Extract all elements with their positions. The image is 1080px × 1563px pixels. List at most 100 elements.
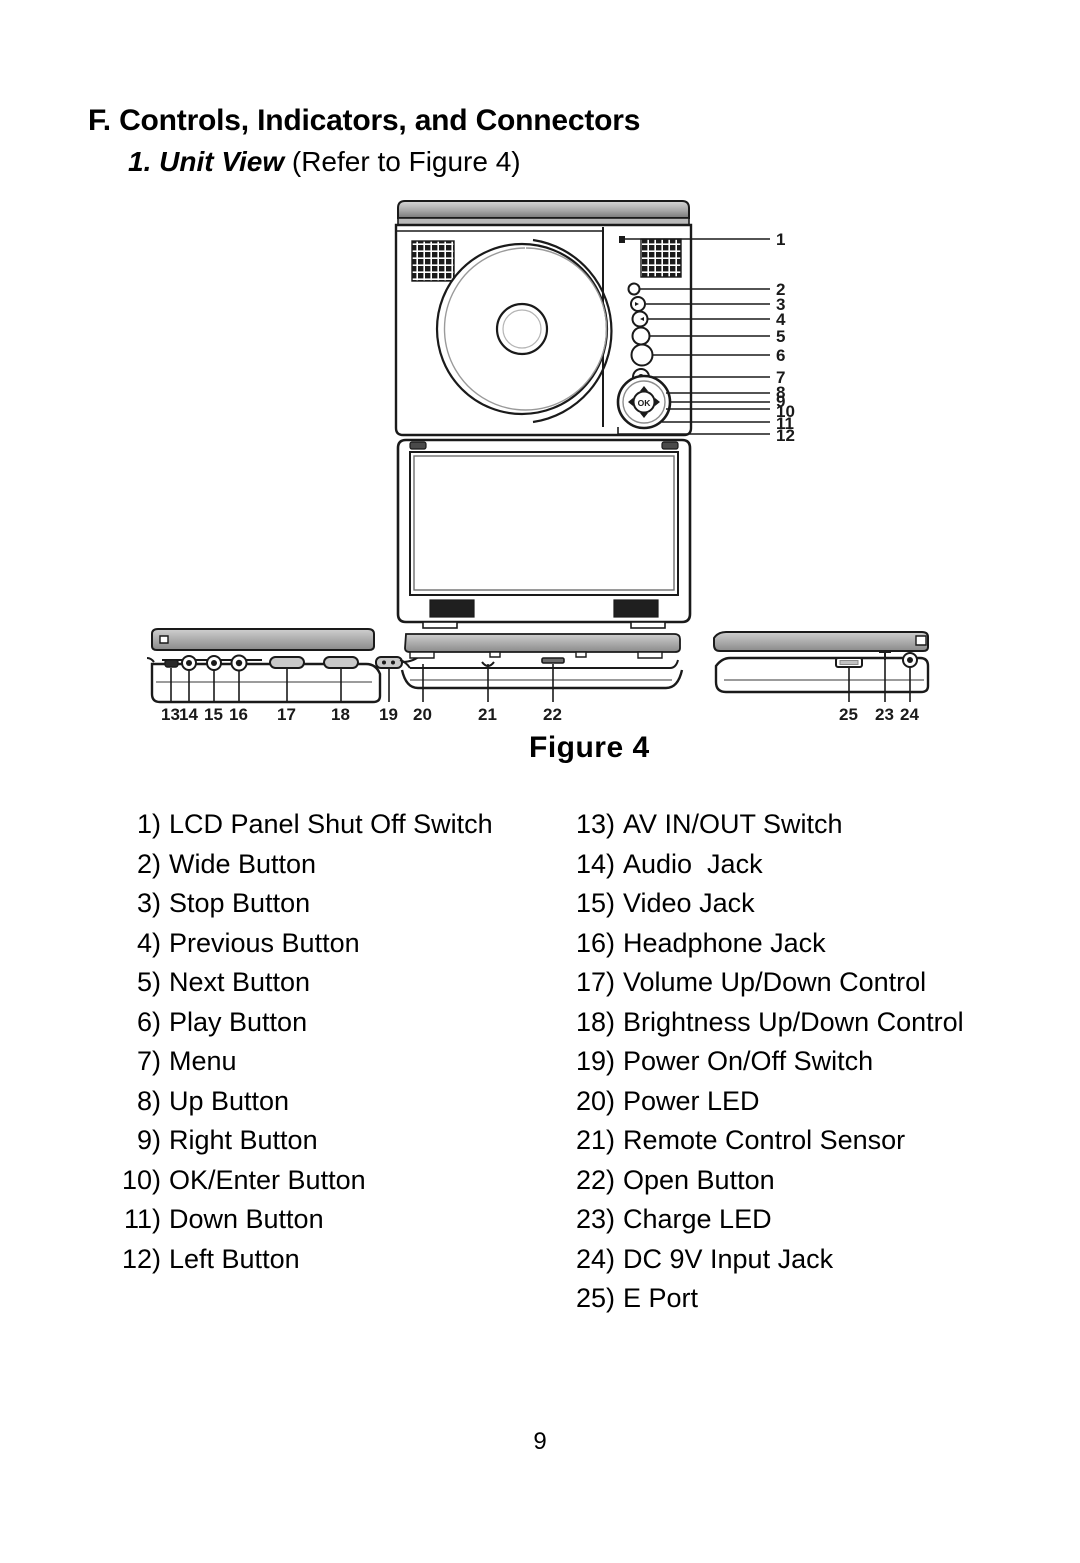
list-item: 21) Remote Control Sensor: [568, 1121, 1038, 1161]
control-item-label: Down Button: [169, 1204, 324, 1234]
control-item-label: Volume Up/Down Control: [623, 967, 927, 997]
list-item: 2) Wide Button: [118, 845, 548, 885]
control-item-label: E Port: [623, 1283, 699, 1313]
control-item-label: Brightness Up/Down Control: [623, 1006, 964, 1037]
control-item-number: 18): [575, 1006, 615, 1037]
control-item-number: 12): [121, 1243, 161, 1274]
control-item-number: 10): [121, 1164, 161, 1195]
callout-22: 22: [543, 705, 562, 724]
list-item: 15) Video Jack: [568, 884, 1038, 924]
callout-23: 23: [875, 705, 894, 724]
control-item-number: 20): [575, 1085, 615, 1116]
controls-list-left: 1) LCD Panel Shut Off Switch 2) Wide Button…: [118, 805, 548, 1279]
control-item-number: 23): [575, 1204, 615, 1234]
control-item-label: LCD Panel Shut Off Switch: [169, 809, 493, 839]
control-item-label: Stop Button: [169, 888, 311, 918]
callout-6: 6: [776, 346, 785, 365]
control-item-label: Wide Button: [169, 848, 317, 879]
callout-13: 13: [161, 705, 180, 724]
list-item: 12) Left Button: [118, 1240, 548, 1280]
control-item-label: Charge LED: [623, 1204, 772, 1234]
list-item: 17) Volume Up/Down Control: [568, 963, 1038, 1003]
list-item: 1) LCD Panel Shut Off Switch: [118, 805, 548, 845]
control-item-number: 4): [136, 927, 161, 958]
control-item-label: Left Button: [169, 1243, 300, 1274]
control-item-label: Headphone Jack: [623, 927, 826, 958]
callout-15: 15: [204, 705, 223, 724]
control-item-number: 2): [136, 848, 161, 879]
list-item: 22) Open Button: [568, 1161, 1038, 1201]
control-item-label: Play Button: [169, 1006, 308, 1037]
control-item-label: Video Jack: [623, 888, 755, 918]
callout-16: 16: [229, 705, 248, 724]
list-item: 8) Up Button: [118, 1082, 548, 1122]
control-item-number: 9): [136, 1125, 161, 1155]
control-item-number: 21): [575, 1125, 615, 1155]
control-item-label: Power On/Off Switch: [623, 1046, 874, 1076]
control-item-number: 25): [575, 1283, 615, 1313]
figure-caption: Figure 4: [529, 731, 650, 764]
callout-17: 17: [277, 705, 296, 724]
list-item: 16) Headphone Jack: [568, 924, 1038, 964]
list-item: 4) Previous Button: [118, 924, 548, 964]
page-number: 9: [533, 1428, 547, 1455]
control-item-label: Previous Button: [169, 927, 360, 958]
list-item: 19) Power On/Off Switch: [568, 1042, 1038, 1082]
list-item: 20) Power LED: [568, 1082, 1038, 1122]
control-item-label: DC 9V Input Jack: [623, 1243, 834, 1274]
control-item-number: 11): [123, 1204, 161, 1234]
control-item-number: 22): [575, 1164, 615, 1195]
list-item: 18) Brightness Up/Down Control: [568, 1003, 1038, 1043]
control-item-label: Up Button: [169, 1085, 290, 1116]
callout-1: 1: [776, 230, 785, 249]
list-item: 3) Stop Button: [118, 884, 548, 924]
control-item-number: 8): [136, 1085, 161, 1116]
control-item-number: 17): [575, 967, 615, 997]
list-item: 7) Menu: [118, 1042, 548, 1082]
section-subheading: 1. Unit View (Refer to Figure 4): [128, 146, 521, 178]
unit-view-figure: OK 1 2 3 4 5 6 7 8 9 10 11 12 13 14 15 1…: [110, 196, 970, 726]
list-item: 25) E Port: [568, 1279, 1038, 1319]
dpad-ok-label: OK: [638, 398, 652, 408]
list-item: 11) Down Button: [118, 1200, 548, 1240]
control-item-number: 16): [575, 927, 615, 958]
figure-illustration: OK 1 2 3 4 5 6 7 8 9 10 11 12 13 14 15 1…: [146, 200, 930, 724]
list-item: 6) Play Button: [118, 1003, 548, 1043]
control-item-number: 24): [575, 1243, 615, 1274]
control-item-label: OK/Enter Button: [169, 1164, 366, 1195]
control-item-label: Menu: [169, 1046, 237, 1076]
control-item-label: Right Button: [169, 1125, 318, 1155]
control-item-label: Audio Jack: [623, 848, 763, 879]
control-item-number: 1): [136, 809, 161, 839]
control-item-number: 14): [575, 848, 615, 879]
list-item: 24) DC 9V Input Jack: [568, 1240, 1038, 1280]
callout-19: 19: [379, 705, 398, 724]
control-item-label: Remote Control Sensor: [623, 1125, 906, 1155]
control-item-number: 7): [136, 1046, 161, 1076]
list-item: 14) Audio Jack: [568, 845, 1038, 885]
control-item-label: Open Button: [623, 1164, 775, 1195]
callout-5: 5: [776, 327, 785, 346]
control-item-number: 3): [136, 888, 161, 918]
controls-list-right: 13) AV IN/OUT Switch 14) Audio Jack 15) Video…: [568, 805, 1038, 1319]
control-item-number: 6): [136, 1006, 161, 1037]
subheading-rest: (Refer to Figure 4): [284, 146, 521, 177]
control-item-number: 19): [575, 1046, 615, 1076]
control-item-number: 15): [575, 888, 615, 918]
callout-21: 21: [478, 705, 497, 724]
callout-20: 20: [413, 705, 432, 724]
page-title: F. Controls, Indicators, and Connectors: [88, 104, 641, 137]
list-item: 13) AV IN/OUT Switch: [568, 805, 1038, 845]
callout-14: 14: [179, 705, 198, 724]
control-item-label: AV IN/OUT Switch: [623, 809, 843, 839]
list-item: 10) OK/Enter Button: [118, 1161, 548, 1201]
list-item: 23) Charge LED: [568, 1200, 1038, 1240]
callout-12: 12: [776, 426, 795, 445]
list-item: 5) Next Button: [118, 963, 548, 1003]
callout-24: 24: [900, 705, 919, 724]
callout-18: 18: [331, 705, 350, 724]
control-item-number: 13): [575, 809, 615, 839]
control-item-label: Next Button: [169, 967, 311, 997]
control-item-label: Power LED: [623, 1085, 760, 1116]
manual-page: F. Controls, Indicators, and Connectors …: [0, 0, 1080, 1563]
